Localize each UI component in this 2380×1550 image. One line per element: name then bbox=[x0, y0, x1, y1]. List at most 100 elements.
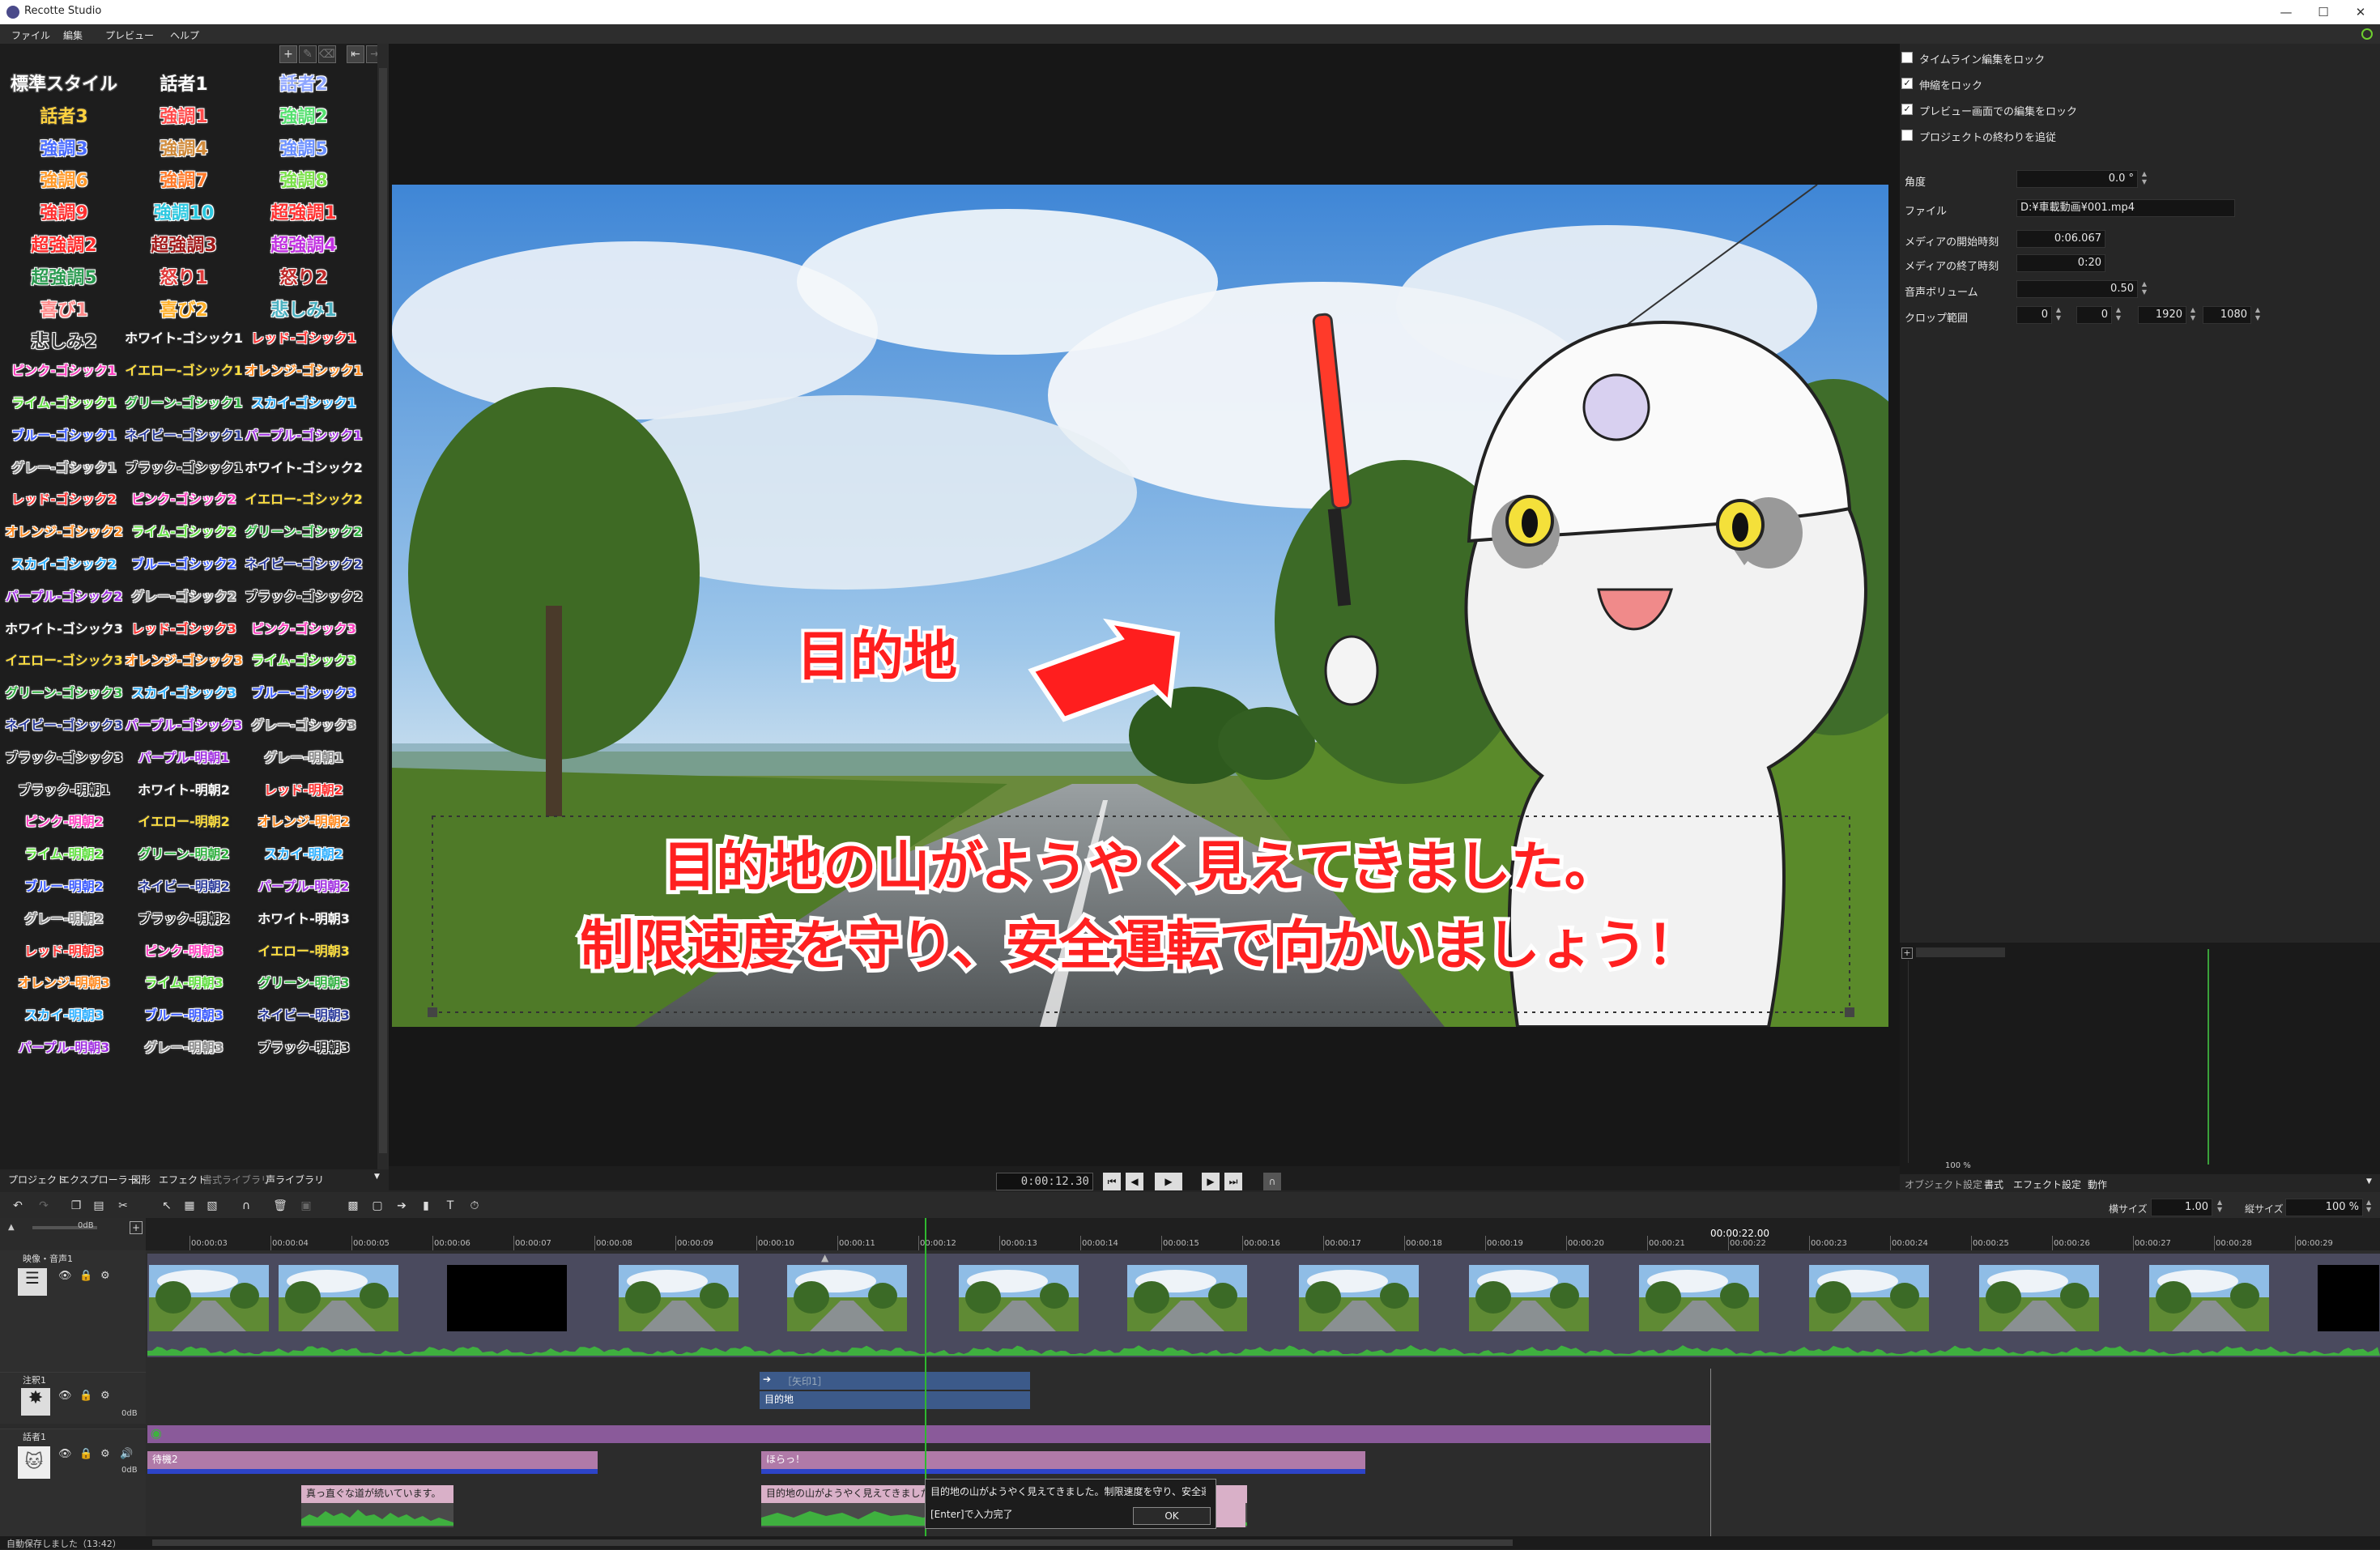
media-start-input[interactable]: 0:06.067 bbox=[2016, 230, 2105, 248]
tab-overflow-icon[interactable]: ▼ bbox=[2366, 1177, 2372, 1186]
add-image-icon[interactable]: ▩ bbox=[343, 1197, 363, 1215]
popup-text-input[interactable]: 目的地の山がようやく見えてきました。制限速度を守り、安全運 bbox=[930, 1484, 1206, 1498]
track-video-name[interactable]: 映像・音声1 bbox=[23, 1252, 73, 1265]
style-item[interactable]: ピンク-ゴシック1 bbox=[3, 360, 125, 379]
menu-preview[interactable]: プレビュー bbox=[105, 28, 154, 42]
text-annotation-clip[interactable]: 目的地 bbox=[760, 1391, 1030, 1409]
add-style-button[interactable]: + bbox=[279, 45, 297, 63]
lock-checkbox-1[interactable]: ✓ bbox=[1901, 78, 1913, 89]
tab-explorer[interactable]: エクスプローラー bbox=[60, 1173, 138, 1186]
style-item[interactable]: オレンジ-ゴシック3 bbox=[123, 649, 245, 669]
clip-wait-2[interactable]: 待機2 bbox=[147, 1451, 598, 1469]
angle-spinner[interactable]: ▲ ▼ bbox=[2139, 170, 2149, 188]
style-item[interactable]: ブラック-ゴシック3 bbox=[3, 747, 125, 766]
style-item[interactable]: グレー-ゴシック3 bbox=[243, 714, 364, 734]
style-item[interactable]: 強調1 bbox=[123, 102, 245, 128]
style-item[interactable]: 標準スタイル bbox=[3, 70, 125, 96]
style-item[interactable]: ライム-ゴシック2 bbox=[123, 521, 245, 540]
timecode-display[interactable]: 0:00:12.30 bbox=[996, 1173, 1093, 1190]
cut-icon[interactable]: ✂ bbox=[113, 1197, 133, 1215]
volume-input[interactable]: 0.50 bbox=[2016, 280, 2138, 298]
style-item[interactable]: オレンジ-明朝2 bbox=[243, 811, 364, 830]
style-item[interactable]: ホワイト-ゴシック1 bbox=[123, 327, 245, 347]
crop-spinner-1[interactable]: ▲ ▼ bbox=[2114, 306, 2123, 324]
style-item[interactable]: ピンク-明朝2 bbox=[3, 811, 125, 830]
style-item[interactable]: 強調4 bbox=[123, 134, 245, 160]
clip-hora[interactable]: ほらっ！ bbox=[761, 1451, 1365, 1469]
style-item[interactable]: ブラック-明朝2 bbox=[123, 908, 245, 927]
crop-spinner-0[interactable]: ▲ ▼ bbox=[2054, 306, 2063, 324]
delete-icon[interactable]: 🗑 bbox=[270, 1197, 290, 1215]
style-item[interactable]: オレンジ-明朝3 bbox=[3, 972, 125, 991]
add-shape-icon[interactable]: ▢ bbox=[368, 1197, 387, 1215]
speaker-visibility-icon[interactable]: 👁 bbox=[58, 1448, 72, 1460]
style-item[interactable]: スカイ-ゴシック3 bbox=[123, 682, 245, 701]
style-item[interactable]: 話者2 bbox=[243, 70, 364, 96]
style-item[interactable]: イエロー-ゴシック2 bbox=[243, 488, 364, 508]
tab-overflow-icon[interactable]: ▼ bbox=[374, 1173, 380, 1181]
style-item[interactable]: 怒り1 bbox=[123, 263, 245, 289]
snap-icon[interactable]: ∩ bbox=[1263, 1173, 1281, 1190]
add-text-icon[interactable]: T bbox=[441, 1197, 460, 1215]
add-balloon-icon[interactable]: ▮ bbox=[416, 1197, 436, 1215]
graph-zoom[interactable]: 100 % bbox=[1945, 1161, 1971, 1170]
marker-icon[interactable]: ▲ bbox=[821, 1252, 828, 1263]
speaker-lock-icon[interactable]: 🔒 bbox=[79, 1448, 92, 1460]
play-icon[interactable]: ▶ bbox=[1155, 1173, 1182, 1190]
track-select-icon[interactable]: ▧ bbox=[202, 1197, 222, 1215]
style-item[interactable]: パープル-明朝1 bbox=[123, 747, 245, 766]
style-item[interactable]: 超強調3 bbox=[123, 231, 245, 257]
speaker-main-clip[interactable] bbox=[147, 1425, 1710, 1443]
style-item[interactable]: 強調3 bbox=[3, 134, 125, 160]
style-item[interactable]: ネイビー-ゴシック1 bbox=[123, 424, 245, 444]
style-scrollbar[interactable] bbox=[377, 44, 389, 1169]
style-item[interactable]: ホワイト-ゴシック3 bbox=[3, 618, 125, 637]
select-tool-icon[interactable]: ↖ bbox=[157, 1197, 177, 1215]
crop-spinner-2[interactable]: ▲ ▼ bbox=[2188, 306, 2198, 324]
add-arrow-icon[interactable]: ➔ bbox=[392, 1197, 411, 1215]
tab-effect-settings[interactable]: エフェクト設定 bbox=[2013, 1177, 2081, 1191]
style-item[interactable]: 悲しみ2 bbox=[3, 327, 125, 353]
style-item[interactable]: グリーン-明朝3 bbox=[243, 972, 364, 991]
style-item[interactable]: グリーン-ゴシック3 bbox=[3, 682, 125, 701]
step-forward-icon[interactable]: ▶ bbox=[1202, 1173, 1220, 1190]
go-start-icon[interactable]: ⏮ bbox=[1103, 1173, 1121, 1190]
style-item[interactable]: グレー-ゴシック1 bbox=[3, 457, 125, 476]
arrow-annotation-clip[interactable]: ➔ ［矢印1］ bbox=[760, 1372, 1030, 1390]
hsize-input[interactable]: 1.00 bbox=[2151, 1199, 2212, 1216]
style-item[interactable]: ブルー-明朝2 bbox=[3, 875, 125, 895]
tab-format-library[interactable]: 書式ライブラリ bbox=[202, 1173, 270, 1186]
style-item[interactable]: ホワイト-明朝3 bbox=[243, 908, 364, 927]
style-item[interactable]: 喜び2 bbox=[123, 296, 245, 321]
style-item[interactable]: ブルー-ゴシック2 bbox=[123, 553, 245, 573]
style-item[interactable]: 強調2 bbox=[243, 102, 364, 128]
style-item[interactable]: ピンク-ゴシック2 bbox=[123, 488, 245, 508]
style-item[interactable]: 超強調2 bbox=[3, 231, 125, 257]
graph-panel[interactable]: + 100 % bbox=[1900, 943, 2380, 1174]
annotation-visibility-icon[interactable]: 👁 bbox=[58, 1390, 72, 1402]
style-item[interactable]: スカイ-ゴシック1 bbox=[243, 392, 364, 411]
redo-icon[interactable]: ↷ bbox=[34, 1197, 53, 1215]
annotation-lock-icon[interactable]: 🔒 bbox=[79, 1390, 92, 1402]
style-item[interactable]: パープル-ゴシック1 bbox=[243, 424, 364, 444]
tab-format[interactable]: 書式 bbox=[1984, 1177, 2003, 1191]
style-item[interactable]: 強調7 bbox=[123, 166, 245, 192]
copy-icon[interactable]: ❐ bbox=[66, 1197, 86, 1215]
menu-file[interactable]: ファイル bbox=[11, 28, 50, 42]
style-item[interactable]: レッド-明朝2 bbox=[243, 779, 364, 798]
tab-shapes[interactable]: 図形 bbox=[131, 1173, 151, 1186]
style-item[interactable]: グレー-明朝1 bbox=[243, 747, 364, 766]
style-item[interactable]: ホワイト-明朝2 bbox=[123, 779, 245, 798]
crop-input-3[interactable]: 1080 bbox=[2203, 306, 2251, 324]
style-item[interactable]: レッド-ゴシック2 bbox=[3, 488, 125, 508]
style-item[interactable]: パープル-ゴシック3 bbox=[123, 714, 245, 734]
style-item[interactable]: パープル-ゴシック2 bbox=[3, 586, 125, 605]
style-item[interactable]: ピンク-明朝3 bbox=[123, 940, 245, 960]
style-item[interactable]: 喜び1 bbox=[3, 296, 125, 321]
style-item[interactable]: 怒り2 bbox=[243, 263, 364, 289]
style-item[interactable]: ピンク-ゴシック3 bbox=[243, 618, 364, 637]
style-item[interactable]: レッド-明朝3 bbox=[3, 940, 125, 960]
style-item[interactable]: ライム-明朝2 bbox=[3, 843, 125, 862]
lock-checkbox-0[interactable] bbox=[1901, 52, 1913, 63]
style-item[interactable]: ブルー-ゴシック1 bbox=[3, 424, 125, 444]
